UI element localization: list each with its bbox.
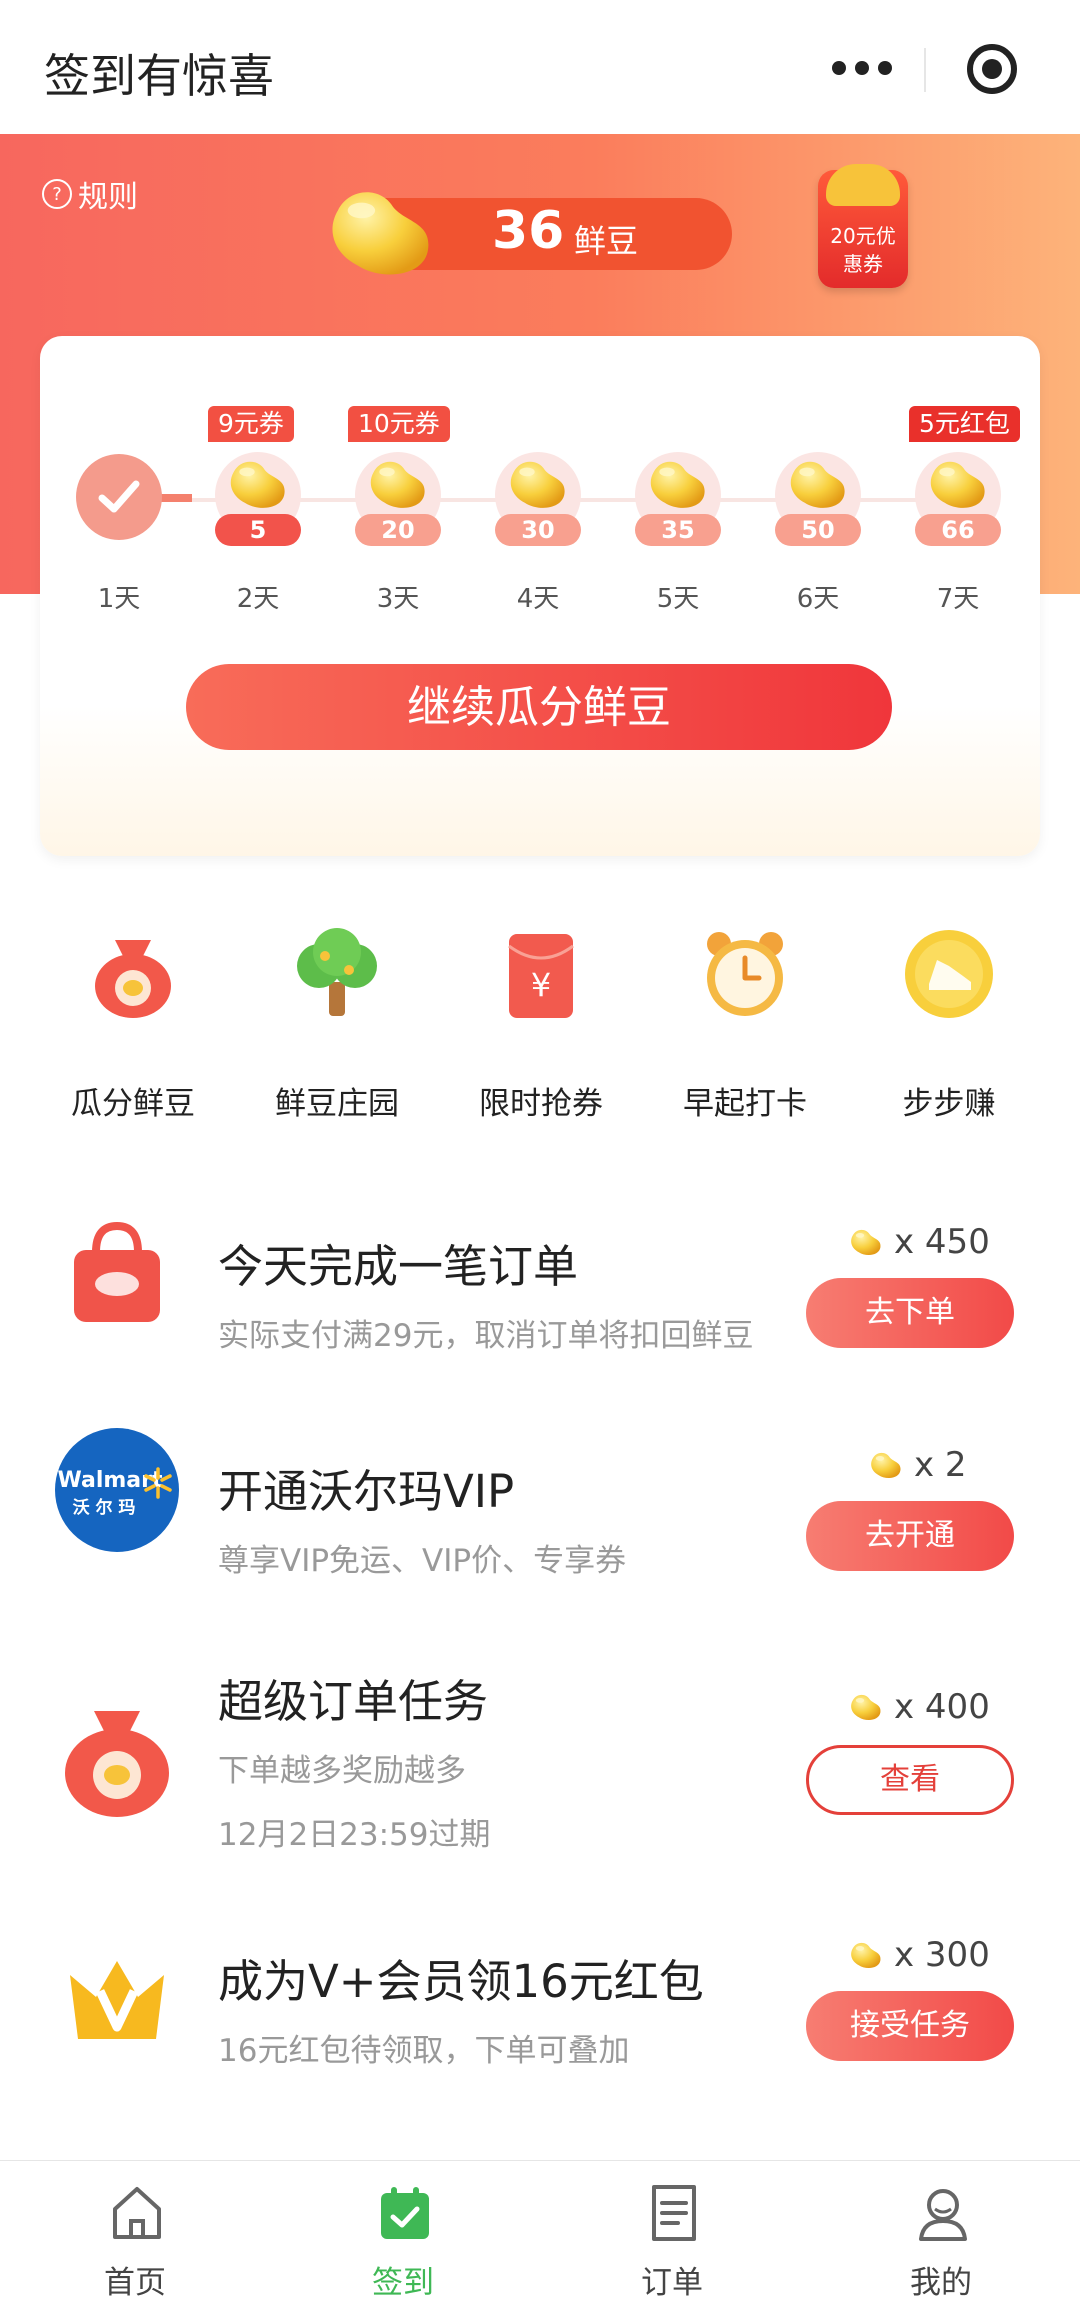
tab-label: 订单 [641, 2265, 703, 2301]
view-button[interactable]: 查看 [806, 1745, 1014, 1815]
task-reward: x 450 [848, 1222, 990, 1262]
task-subtitle: 下单越多奖励越多 [218, 1753, 466, 1789]
tab-label: 首页 [104, 2265, 166, 2301]
bean-icon [925, 454, 991, 514]
question-icon: ? [42, 179, 72, 209]
user-icon [919, 2189, 967, 2241]
day-2-tag: 9元券 [208, 406, 294, 442]
task-title: 成为V+会员领16元红包 [218, 1955, 704, 2008]
continue-button[interactable]: 继续瓜分鲜豆 [186, 664, 892, 750]
day-label: 5天 [656, 584, 700, 614]
bean-icon [322, 183, 440, 281]
home-icon [113, 2187, 161, 2239]
page-title: 签到有惊喜 [44, 49, 274, 103]
record-icon[interactable] [967, 44, 1017, 94]
tab-checkin[interactable]: 签到 [303, 2161, 503, 2311]
svg-text:¥: ¥ [531, 966, 551, 1004]
day-5-value: 35 [635, 514, 721, 546]
task-row: 成为V+会员领16元红包 16元红包待领取，下单可叠加 x 300 接受任务 [0, 1935, 1080, 2135]
rules-link[interactable]: ? 规则 [42, 172, 138, 216]
task-subtitle: 实际支付满29元，取消订单将扣回鲜豆 [218, 1318, 754, 1354]
coupon-line2: 惠券 [843, 252, 883, 276]
task-expiry: 12月2日23:59过期 [218, 1817, 491, 1853]
money-bag-icon [65, 1711, 169, 1817]
day-4-value: 30 [495, 514, 581, 546]
shoe-coin-icon [905, 930, 993, 1018]
bean-icon [785, 454, 851, 514]
bean-unit: 鲜豆 [574, 222, 639, 260]
reward-amount: x 400 [894, 1687, 990, 1727]
task-title: 开通沃尔玛VIP [218, 1465, 515, 1518]
entry-label: 步步赚 [902, 1086, 996, 1122]
coupon-line1: 20元优 [830, 224, 896, 248]
bean-icon [848, 1227, 884, 1257]
bean-icon [848, 1692, 884, 1722]
entry-label: 鲜豆庄园 [275, 1086, 399, 1122]
red-envelope-icon: ¥ [508, 934, 574, 1018]
day-label: 1天 [97, 584, 141, 614]
shopping-bag-icon [74, 1221, 160, 1322]
day-6-value: 50 [775, 514, 861, 546]
mini-program-capsule [806, 26, 1036, 112]
tab-label: 我的 [910, 2265, 972, 2301]
coins-icon [826, 164, 900, 206]
day-label: 4天 [516, 584, 560, 614]
accept-task-button[interactable]: 接受任务 [806, 1991, 1014, 2061]
task-row: 超级订单任务 下单越多奖励越多 12月2日23:59过期 x 400 查看 [0, 1665, 1080, 1865]
reward-amount: x 2 [914, 1445, 967, 1485]
day-label: 3天 [376, 584, 420, 614]
rules-label: 规则 [78, 180, 138, 215]
alarm-clock-icon [707, 932, 783, 1016]
entry-label: 限时抢券 [479, 1086, 603, 1122]
calendar-check-icon [381, 2187, 429, 2239]
day-label: 7天 [936, 584, 980, 614]
progress-done [160, 494, 192, 502]
entry-label: 瓜分鲜豆 [71, 1086, 195, 1122]
day-3-tag: 10元券 [348, 406, 450, 442]
bean-icon [505, 454, 571, 514]
task-reward: x 400 [848, 1687, 990, 1727]
entry-label: 早起打卡 [683, 1086, 807, 1122]
day-7-tag: 5元红包 [909, 406, 1020, 442]
checked-day-icon [76, 454, 162, 540]
crown-v-icon [70, 1961, 164, 2039]
day-3-value: 20 [355, 514, 441, 546]
tab-label: 签到 [372, 2265, 434, 2301]
more-dots-icon[interactable] [832, 61, 892, 77]
day-7-value: 66 [915, 514, 1001, 546]
order-list-icon [652, 2185, 696, 2241]
tree-icon [297, 928, 377, 1016]
bean-icon [225, 454, 291, 514]
task-subtitle: 尊享VIP免运、VIP价、专享券 [218, 1543, 627, 1579]
task-reward: x 300 [848, 1935, 990, 1975]
task-row: Walmart 沃 尔 玛 开通沃尔玛VIP 尊享VIP免运、VIP价、专享券 … [0, 1425, 1080, 1625]
coupon-bag-icon[interactable]: 20元优惠券 [818, 164, 908, 288]
task-title: 超级订单任务 [218, 1675, 489, 1728]
place-order-button[interactable]: 去下单 [806, 1278, 1014, 1348]
tab-home[interactable]: 首页 [35, 2161, 235, 2311]
tab-bar: 首页 签到 订单 我的 [0, 2160, 1080, 2311]
nav-bar: 签到有惊喜 [0, 0, 1080, 134]
bean-count: 36 [492, 201, 565, 261]
reward-amount: x 300 [894, 1935, 990, 1975]
task-title: 今天完成一笔订单 [218, 1240, 579, 1293]
task-reward: x 2 [868, 1445, 967, 1485]
day-label: 2天 [236, 584, 280, 614]
day-2-value: 5 [215, 514, 301, 546]
tab-orders[interactable]: 订单 [572, 2161, 772, 2311]
bean-icon [868, 1450, 904, 1480]
bean-icon [848, 1940, 884, 1970]
open-vip-button[interactable]: 去开通 [806, 1501, 1014, 1571]
money-bag-icon [95, 940, 171, 1018]
reward-amount: x 450 [894, 1222, 990, 1262]
task-row: 今天完成一笔订单 实际支付满29元，取消订单将扣回鲜豆 x 450 去下单 [0, 1200, 1080, 1400]
task-subtitle: 16元红包待领取，下单可叠加 [218, 2033, 630, 2069]
capsule-divider [924, 48, 926, 92]
day-label: 6天 [796, 584, 840, 614]
bean-icon [365, 454, 431, 514]
walmart-logo: Walmart 沃 尔 玛 [55, 1428, 179, 1552]
tab-mine[interactable]: 我的 [841, 2161, 1041, 2311]
bean-icon [645, 454, 711, 514]
walmart-cn: 沃 尔 玛 [73, 1497, 136, 1518]
